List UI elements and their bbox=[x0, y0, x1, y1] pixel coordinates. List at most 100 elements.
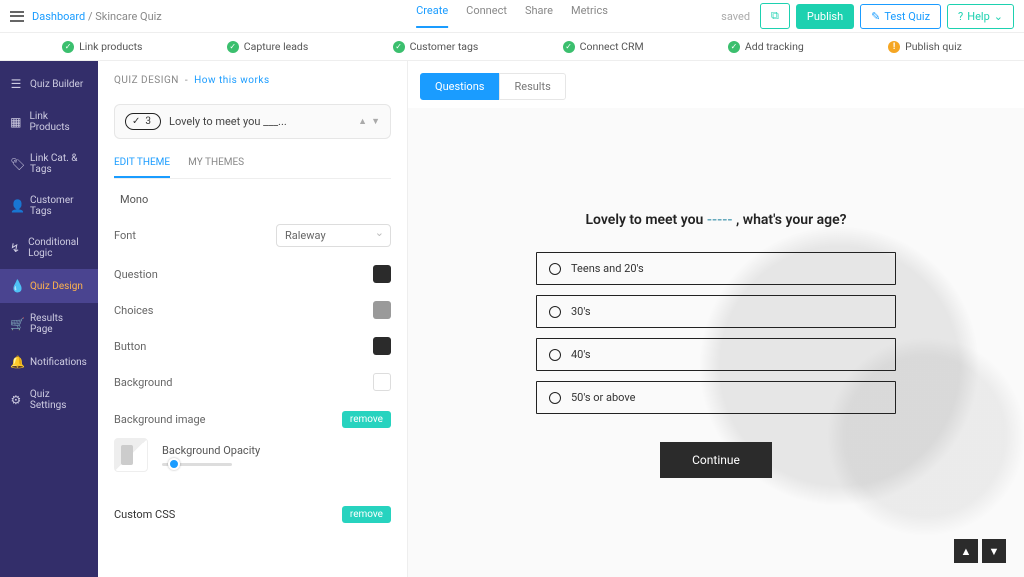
test-quiz-label: Test Quiz bbox=[884, 10, 930, 23]
help-button[interactable]: ? Help ⌄ bbox=[947, 4, 1014, 29]
choice-option[interactable]: 40's bbox=[536, 338, 896, 371]
step-connect-crm[interactable]: ✓ Connect CRM bbox=[563, 40, 644, 53]
paint-icon: 💧 bbox=[10, 279, 22, 293]
check-icon: ✓ bbox=[62, 41, 74, 53]
sidebar-item-link-products[interactable]: ▦Link Products bbox=[0, 101, 98, 143]
user-icon: 👤 bbox=[10, 199, 22, 213]
edit-icon: ✎ bbox=[871, 10, 880, 23]
warn-icon: ! bbox=[888, 41, 900, 53]
test-quiz-button[interactable]: ✎ Test Quiz bbox=[860, 4, 941, 29]
step-publish-quiz[interactable]: ! Publish quiz bbox=[888, 40, 962, 53]
check-icon: ✓ bbox=[227, 41, 239, 53]
preview-area: QuestionsResults Lovely to meet you ----… bbox=[408, 61, 1024, 577]
cart-icon: 🛒 bbox=[10, 317, 22, 331]
nav-share[interactable]: Share bbox=[525, 4, 553, 28]
breadcrumb-dashboard-link[interactable]: Dashboard bbox=[32, 10, 85, 23]
step-label: Connect CRM bbox=[580, 40, 644, 53]
branch-icon: ↯ bbox=[10, 241, 20, 255]
tag-icon: 🏷 bbox=[10, 157, 22, 171]
button-color-swatch[interactable] bbox=[373, 337, 391, 355]
row-custom-css: Custom CSS remove bbox=[114, 506, 391, 523]
sidebar-item-label: Quiz Design bbox=[30, 281, 83, 292]
check-icon: ✓ bbox=[132, 116, 140, 127]
step-label: Link products bbox=[79, 40, 142, 53]
question-label: Question bbox=[114, 268, 158, 281]
slider-knob[interactable] bbox=[168, 458, 180, 470]
background-label: Background bbox=[114, 376, 172, 389]
caret-up-icon[interactable]: ▲ bbox=[358, 116, 367, 127]
choices-color-swatch[interactable] bbox=[373, 301, 391, 319]
progress-steps: ✓ Link products ✓Capture leads ✓ Customer … bbox=[0, 33, 1024, 61]
topbar-left: Dashboard / Skincare Quiz bbox=[10, 10, 162, 23]
font-select[interactable]: Raleway bbox=[276, 224, 391, 247]
choice-label: 40's bbox=[571, 348, 591, 361]
sidebar-item-conditional-logic[interactable]: ↯ Conditional Logic bbox=[0, 227, 98, 269]
nav-create[interactable]: Create bbox=[416, 4, 448, 28]
sidebar-item-quiz-settings[interactable]: ⚙Quiz Settings bbox=[0, 379, 98, 421]
sidebar-item-customer-tags[interactable]: 👤Customer Tags bbox=[0, 185, 98, 227]
question-color-swatch[interactable] bbox=[373, 265, 391, 283]
sidebar-item-link-cat-tags[interactable]: 🏷Link Cat. & Tags bbox=[0, 143, 98, 185]
step-add-tracking[interactable]: ✓Add tracking bbox=[728, 40, 804, 53]
publish-button[interactable]: Publish bbox=[796, 4, 854, 29]
sidebar-item-quiz-design[interactable]: 💧 Quiz Design bbox=[0, 269, 98, 303]
tab-results[interactable]: Results bbox=[499, 73, 565, 100]
choice-option[interactable]: Teens and 20's bbox=[536, 252, 896, 285]
choice-option[interactable]: 50's or above bbox=[536, 381, 896, 414]
menu-icon[interactable] bbox=[10, 11, 24, 22]
bell-icon: 🔔 bbox=[10, 355, 22, 369]
background-color-swatch[interactable] bbox=[373, 373, 391, 391]
check-icon: ✓ bbox=[728, 41, 740, 53]
gear-icon: ⚙ bbox=[10, 393, 22, 407]
choice-label: 30's bbox=[571, 305, 591, 318]
caret-down-icon[interactable]: ▼ bbox=[371, 116, 380, 127]
choice-option[interactable]: 30's bbox=[536, 295, 896, 328]
copy-button[interactable]: ⧉ bbox=[760, 3, 790, 29]
button-label: Button bbox=[114, 340, 146, 353]
radio-icon bbox=[549, 349, 561, 361]
check-icon: ✓ bbox=[393, 41, 405, 53]
radio-icon bbox=[549, 263, 561, 275]
sidebar-item-notifications[interactable]: 🔔 Notifications bbox=[0, 345, 98, 379]
help-icon: ? bbox=[958, 10, 963, 23]
step-link-products[interactable]: ✓ Link products bbox=[62, 40, 142, 53]
question-post: , what's your age? bbox=[732, 212, 846, 228]
saved-label: saved bbox=[721, 10, 750, 23]
next-arrow-button[interactable]: ▼ bbox=[982, 539, 1006, 563]
question-selector[interactable]: ✓ 3 Lovely to meet you ___... ▲ ▼ bbox=[114, 104, 391, 139]
design-panel: QUIZ DESIGN - How this works ✓ 3 Lovely … bbox=[98, 61, 408, 577]
sidebar-item-quiz-builder[interactable]: ☰ Quiz Builder bbox=[0, 67, 98, 101]
tab-edit-theme[interactable]: EDIT THEME bbox=[114, 157, 170, 178]
nav-connect[interactable]: Connect bbox=[466, 4, 507, 28]
link-icon: ▦ bbox=[10, 115, 22, 129]
step-label: Customer tags bbox=[410, 40, 479, 53]
sidebar-item-label: Conditional Logic bbox=[28, 237, 88, 259]
how-this-works-link[interactable]: How this works bbox=[194, 75, 270, 86]
top-bar: Dashboard / Skincare Quiz Create Connect… bbox=[0, 0, 1024, 33]
sidebar-item-label: Quiz Builder bbox=[30, 79, 83, 90]
question-blank: ----- bbox=[707, 212, 733, 228]
choices-label: Choices bbox=[114, 304, 153, 317]
sidebar-item-label: Notifications bbox=[30, 357, 87, 368]
row-background-image: Background image remove Background Opaci… bbox=[114, 411, 391, 472]
tab-my-themes[interactable]: MY THEMES bbox=[188, 157, 244, 178]
remove-bg-image-button[interactable]: remove bbox=[342, 411, 391, 428]
step-customer-tags[interactable]: ✓ Customer tags bbox=[393, 40, 479, 53]
step-capture-leads[interactable]: ✓Capture leads bbox=[227, 40, 308, 53]
step-label: Publish quiz bbox=[905, 40, 962, 53]
bg-image-thumbnail[interactable] bbox=[114, 438, 148, 472]
builder-icon: ☰ bbox=[10, 77, 22, 91]
check-icon: ✓ bbox=[563, 41, 575, 53]
preview-canvas: Lovely to meet you ----- , what's your a… bbox=[408, 108, 1024, 577]
tab-questions[interactable]: Questions bbox=[420, 73, 499, 100]
sidebar: ☰ Quiz Builder ▦Link Products 🏷Link Cat. … bbox=[0, 61, 98, 577]
bg-opacity-slider[interactable] bbox=[162, 463, 232, 466]
question-number: 3 bbox=[145, 116, 151, 127]
continue-button[interactable]: Continue bbox=[660, 442, 772, 478]
nav-metrics[interactable]: Metrics bbox=[571, 4, 608, 28]
sidebar-item-results-page[interactable]: 🛒Results Page bbox=[0, 303, 98, 345]
panel-dash: - bbox=[182, 75, 194, 86]
prev-arrow-button[interactable]: ▲ bbox=[954, 539, 978, 563]
bg-image-label: Background image bbox=[114, 413, 206, 426]
remove-css-button[interactable]: remove bbox=[342, 506, 391, 523]
